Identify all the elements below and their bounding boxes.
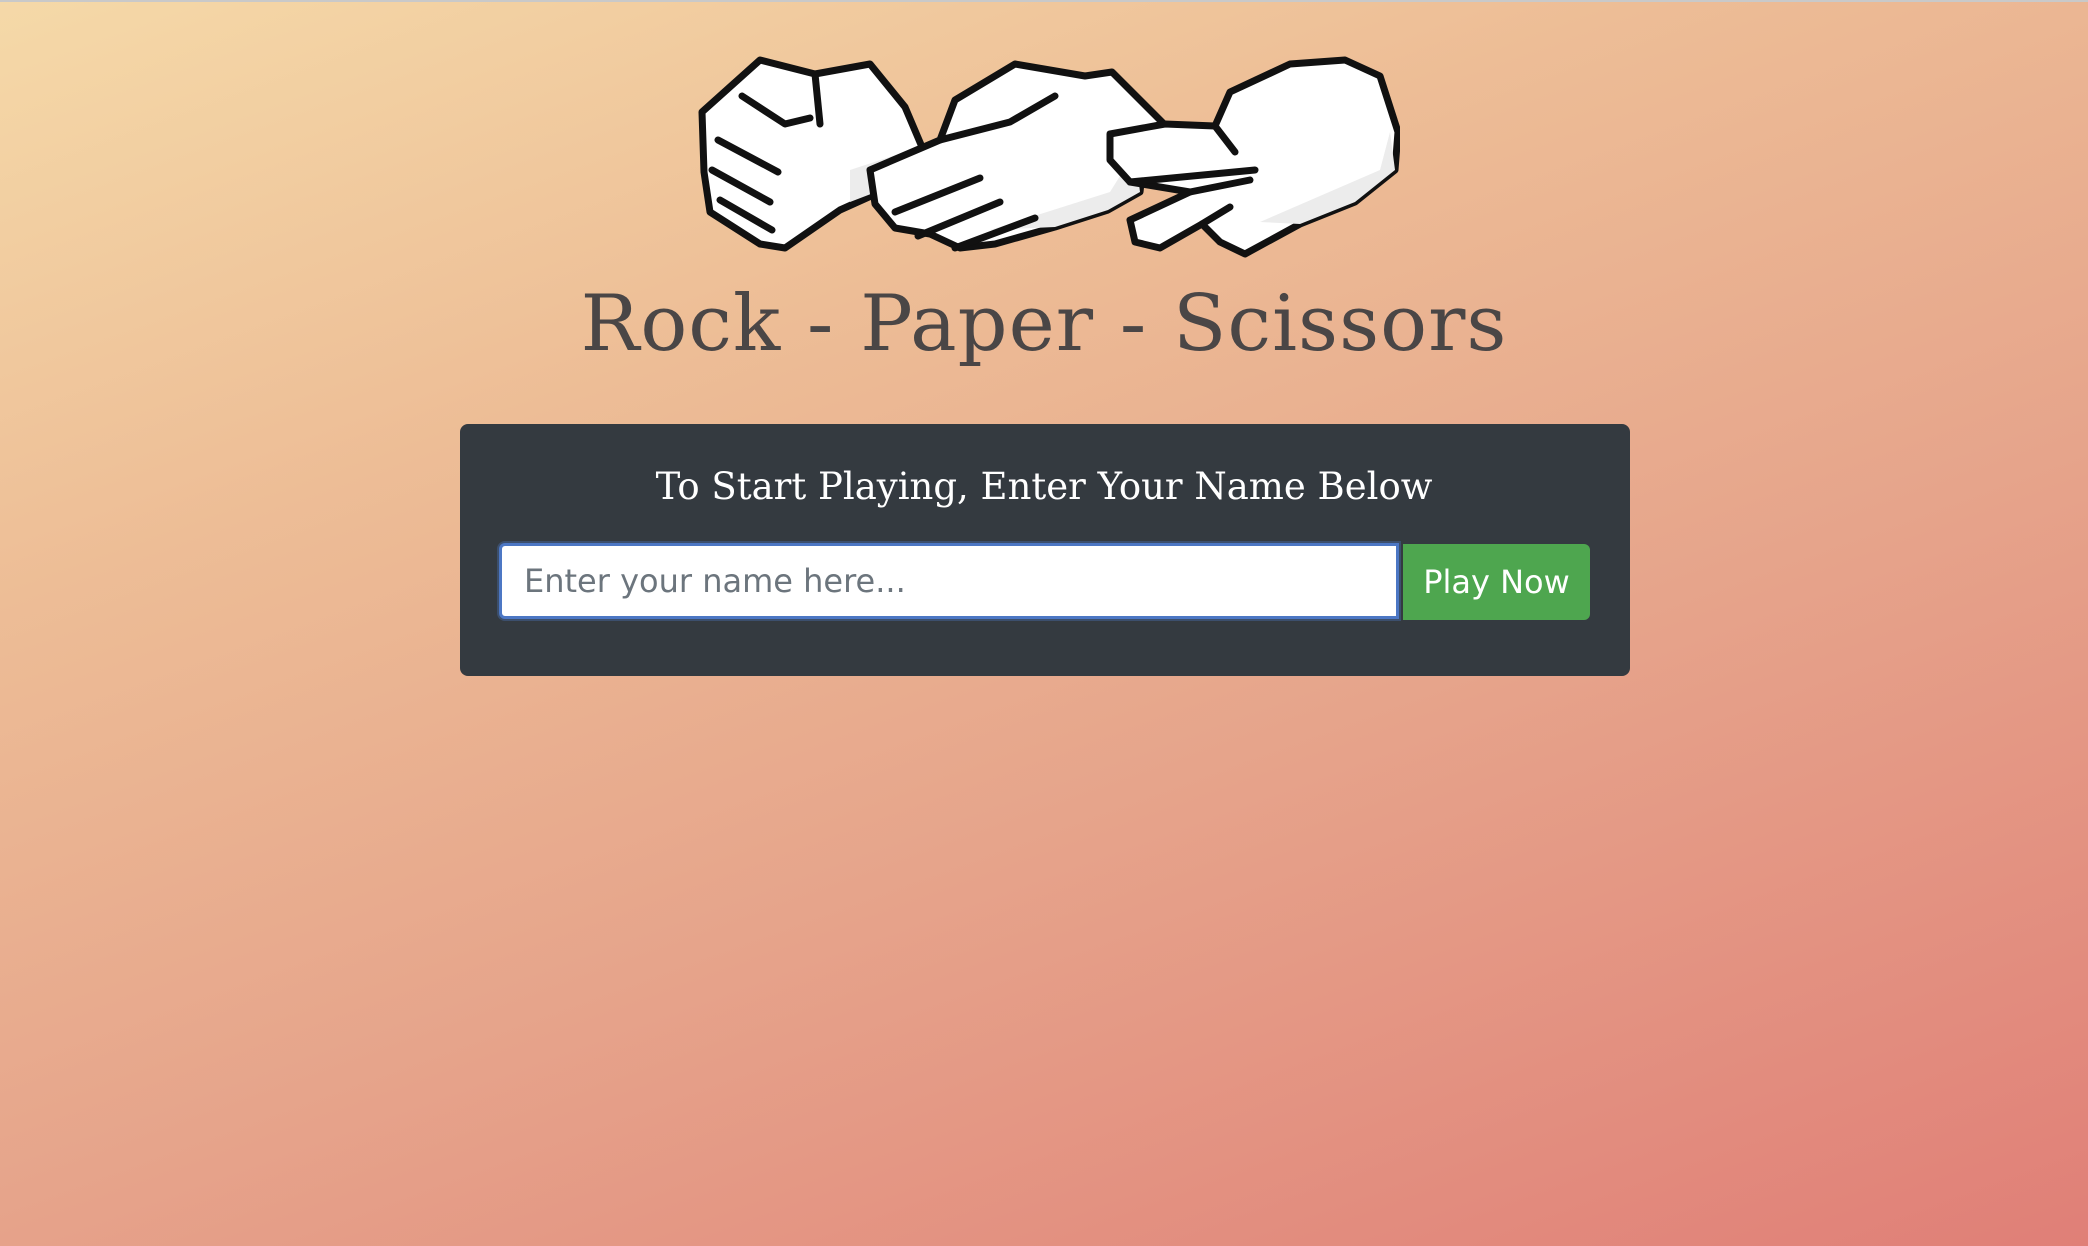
page-title: Rock - Paper - Scissors <box>580 279 1508 369</box>
play-now-button[interactable]: Play Now <box>1403 544 1590 620</box>
name-input[interactable] <box>499 543 1399 619</box>
rock-paper-scissors-hands-icon <box>690 52 1400 266</box>
page-header: Rock - Paper - Scissors <box>0 0 2088 400</box>
start-card-heading: To Start Playing, Enter Your Name Below <box>655 465 1433 508</box>
